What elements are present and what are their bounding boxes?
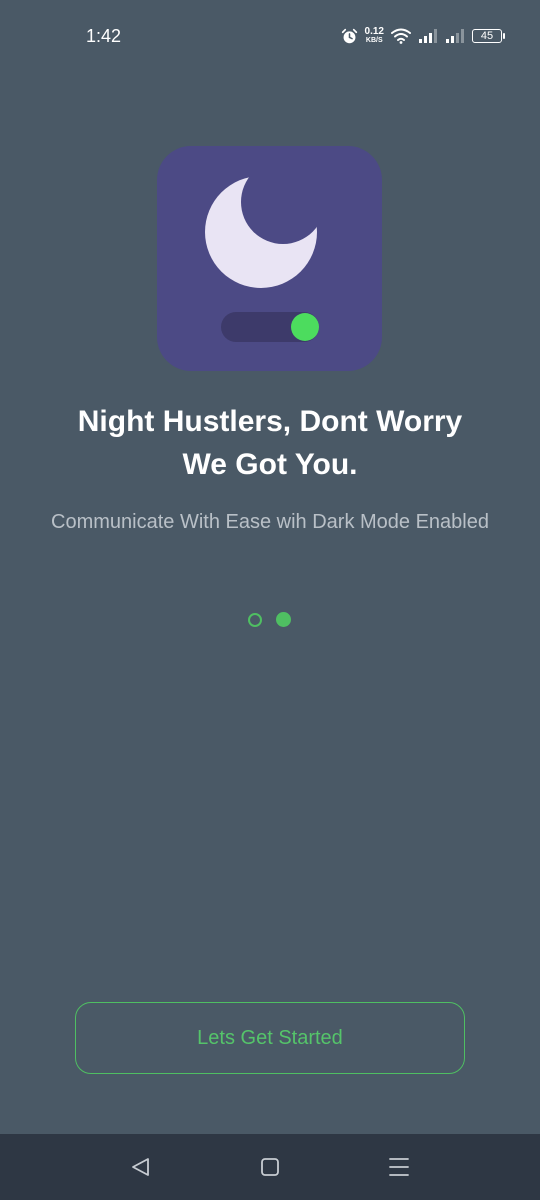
get-started-button[interactable]: Lets Get Started xyxy=(75,1002,465,1074)
network-speed-unit: KB/S xyxy=(365,37,383,44)
headline: Night Hustlers, Dont Worry We Got You. xyxy=(30,400,510,486)
status-bar: 1:42 0.12 KB/S 45 xyxy=(0,0,540,72)
home-icon[interactable] xyxy=(257,1154,283,1180)
page-dot-2-active[interactable] xyxy=(276,612,291,627)
back-icon[interactable] xyxy=(128,1154,154,1180)
page-dot-1[interactable] xyxy=(248,612,262,627)
headline-line-2: We Got You. xyxy=(182,448,358,481)
status-icons: 0.12 KB/S 45 xyxy=(341,24,505,48)
dark-mode-illustration xyxy=(157,146,382,371)
signal-icon xyxy=(446,29,464,43)
status-time: 1:42 xyxy=(86,26,122,46)
alarm-icon xyxy=(341,28,357,43)
battery-level: 45 xyxy=(480,30,494,42)
recents-icon[interactable] xyxy=(386,1154,412,1180)
moon-icon xyxy=(205,176,317,288)
page-indicator xyxy=(248,612,291,627)
subtitle: Communicate With Ease wih Dark Mode Enab… xyxy=(51,511,489,533)
system-nav-bar xyxy=(0,1134,540,1200)
network-speed: 0.12 KB/S xyxy=(365,27,384,45)
wifi-icon xyxy=(391,28,411,44)
battery-icon: 45 xyxy=(472,29,505,43)
toggle-knob xyxy=(291,313,319,341)
signal-icon xyxy=(419,29,437,43)
headline-line-1: Night Hustlers, Dont Worry xyxy=(77,405,463,438)
network-speed-value: 0.12 xyxy=(364,26,384,37)
toggle-icon xyxy=(221,312,319,342)
